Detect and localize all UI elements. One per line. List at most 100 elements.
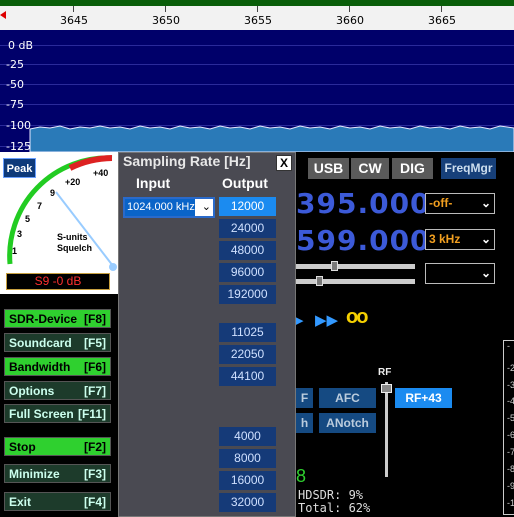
scale-label: -3 xyxy=(507,380,514,390)
rf-slider-track[interactable] xyxy=(385,382,388,477)
button-label: Exit xyxy=(9,494,32,509)
extra-dropdown[interactable]: ⌄ xyxy=(425,263,495,284)
output-rate-option[interactable]: 16000 xyxy=(219,471,276,490)
output-header: Output xyxy=(222,175,268,191)
loop-icon[interactable]: oo xyxy=(346,306,368,329)
ruler-label: 3665 xyxy=(428,14,456,27)
button-label: Soundcard xyxy=(9,335,72,350)
soundcard-button[interactable]: Soundcard [F5] xyxy=(4,333,111,352)
mode-usb-button[interactable]: USB xyxy=(308,158,349,179)
scale-label: -6 xyxy=(507,430,514,440)
meter-scale-label: 5 xyxy=(25,214,31,224)
close-icon[interactable]: X xyxy=(276,155,292,171)
cpu-total: Total: 62% xyxy=(298,501,371,515)
freqmgr-button[interactable]: FreqMgr xyxy=(441,158,496,179)
agc-dropdown[interactable]: -off- ⌄ xyxy=(425,193,495,214)
output-rate-option[interactable]: 4000 xyxy=(219,427,276,446)
button-key: [F7] xyxy=(84,383,106,398)
scale-label: -9 xyxy=(507,481,514,491)
ruler-tick xyxy=(73,6,74,12)
input-rate-select[interactable]: 1024.000 kHz ⌄ xyxy=(123,197,215,218)
button-label: Bandwidth xyxy=(9,359,71,374)
meter-scale-label: 9 xyxy=(50,188,56,198)
ruler-label: 3650 xyxy=(152,14,180,27)
level-digit: 8 xyxy=(296,466,307,486)
frequency-ruler[interactable]: 3645 3650 3655 3660 3665 xyxy=(0,0,514,30)
slider-knob[interactable] xyxy=(316,276,323,286)
button-key: [F6] xyxy=(84,359,106,374)
scale-label: -5 xyxy=(507,413,514,423)
agc-value: -off- xyxy=(429,196,453,210)
button-key: [F4] xyxy=(84,494,106,509)
button-key: [F3] xyxy=(84,466,106,481)
chevron-down-icon: ⌄ xyxy=(480,266,491,280)
rf-gain-button[interactable]: RF+43 xyxy=(395,388,452,408)
output-rate-option[interactable]: 44100 xyxy=(219,367,276,386)
output-rate-option[interactable]: 11025 xyxy=(219,323,276,342)
ruler-label: 3645 xyxy=(60,14,88,27)
output-rate-option[interactable]: 24000 xyxy=(219,219,276,238)
meter-scale-label: +20 xyxy=(65,177,81,187)
ruler-tick xyxy=(165,6,166,12)
rf-label: RF xyxy=(378,367,392,378)
chevron-down-icon: ⌄ xyxy=(480,232,491,246)
tune-frequency-display[interactable]: 599.000 xyxy=(296,224,431,257)
sdr-device-button[interactable]: SDR-Device [F8] xyxy=(4,309,111,328)
bandwidth-value: 3 kHz xyxy=(429,232,461,246)
stop-button[interactable]: Stop [F2] xyxy=(4,437,111,456)
scale-label: -8 xyxy=(507,464,514,474)
button-label: SDR-Device xyxy=(9,311,78,326)
lo-frequency-display[interactable]: 395.000 xyxy=(296,187,431,220)
output-rate-option[interactable]: 96000 xyxy=(219,263,276,282)
minimize-button[interactable]: Minimize [F3] xyxy=(4,464,111,483)
tune-marker-icon[interactable] xyxy=(0,11,6,19)
chevron-down-icon: ⌄ xyxy=(480,196,491,210)
anotch-button[interactable]: ANotch xyxy=(319,413,376,433)
bandwidth-button[interactable]: Bandwidth [F6] xyxy=(4,357,111,376)
button-key: [F2] xyxy=(84,439,106,454)
output-rate-option[interactable]: 12000 xyxy=(219,197,276,216)
slider-knob[interactable] xyxy=(331,261,338,271)
button-label: Stop xyxy=(9,439,36,454)
bandwidth-dropdown[interactable]: 3 kHz ⌄ xyxy=(425,229,495,250)
input-header: Input xyxy=(136,175,171,191)
afc-button[interactable]: AFC xyxy=(319,388,376,408)
output-rate-option[interactable]: 32000 xyxy=(219,493,276,512)
rf-slider-knob[interactable] xyxy=(381,384,392,393)
button-key: [F5] xyxy=(84,335,106,350)
meter-scale-label: 3 xyxy=(17,229,23,239)
scale-label: -1 xyxy=(507,498,514,508)
filter-f-button[interactable]: F xyxy=(296,388,313,408)
output-rate-option[interactable]: 48000 xyxy=(219,241,276,260)
filter-h-button[interactable]: h xyxy=(296,413,313,433)
fast-forward-icon[interactable]: ▶▶ xyxy=(315,311,338,329)
output-rate-option[interactable]: 22050 xyxy=(219,345,276,364)
output-rate-option[interactable]: 8000 xyxy=(219,449,276,468)
mode-cw-button[interactable]: CW xyxy=(351,158,389,179)
options-button[interactable]: Options [F7] xyxy=(4,381,111,400)
ruler-tick xyxy=(257,6,258,12)
input-rate-value: 1024.000 kHz xyxy=(125,199,195,216)
ruler-label: 3655 xyxy=(244,14,272,27)
scale-label: -2 xyxy=(507,363,514,373)
peak-button[interactable]: Peak xyxy=(3,158,36,178)
popup-title: Sampling Rate [Hz] xyxy=(123,153,251,169)
meter-scale-label: 1 xyxy=(12,246,18,256)
button-label: Minimize xyxy=(9,466,60,481)
ruler-tick xyxy=(441,6,442,12)
output-rate-option[interactable]: 192000 xyxy=(219,285,276,304)
meter-caption: S-units xyxy=(57,232,88,242)
s-meter-readout: S9 -0 dB xyxy=(6,273,110,290)
slider-track[interactable] xyxy=(296,279,415,284)
button-key: [F11] xyxy=(77,406,106,421)
mode-dig-button[interactable]: DIG xyxy=(392,158,433,179)
cpu-hdsdr: HDSDR: 9% xyxy=(298,488,364,502)
full-screen-button[interactable]: Full Screen [F11] xyxy=(4,404,111,423)
meter-caption: Squelch xyxy=(57,243,93,253)
spectrum-display[interactable]: 0 dB -25 -50 -75 -100 -125 xyxy=(0,30,514,152)
slider-track[interactable] xyxy=(296,264,415,269)
exit-button[interactable]: Exit [F4] xyxy=(4,492,111,511)
spectrum-trace xyxy=(29,125,514,152)
button-label: Full Screen xyxy=(9,406,74,421)
button-label: Options xyxy=(9,383,55,398)
